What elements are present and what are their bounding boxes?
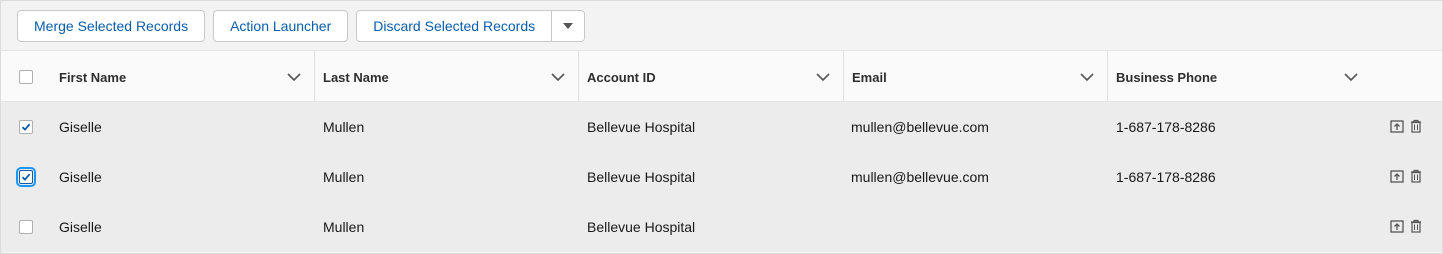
cell-email: mullen@bellevue.com bbox=[851, 119, 989, 135]
delete-icon[interactable] bbox=[1410, 119, 1424, 135]
cell-first-name: Giselle bbox=[59, 169, 102, 185]
column-label: Business Phone bbox=[1116, 69, 1218, 85]
row-actions bbox=[1390, 169, 1424, 185]
more-actions-dropdown[interactable] bbox=[551, 11, 584, 41]
discard-selected-button[interactable]: Discard Selected Records bbox=[357, 11, 552, 41]
table-row[interactable]: Giselle Mullen Bellevue Hospital bbox=[1, 202, 1442, 252]
table-row[interactable]: Giselle Mullen Bellevue Hospital mullen@… bbox=[1, 102, 1442, 152]
row-actions bbox=[1390, 219, 1424, 235]
cell-account-id: Bellevue Hospital bbox=[587, 169, 696, 185]
column-header-last-name[interactable]: Last Name bbox=[315, 51, 578, 103]
table-header: First Name Last Name Account ID Email Bu… bbox=[1, 50, 1442, 103]
table-row[interactable]: Giselle Mullen Bellevue Hospital mullen@… bbox=[1, 152, 1442, 202]
cell-account-id: Bellevue Hospital bbox=[587, 219, 696, 235]
open-record-icon[interactable] bbox=[1390, 169, 1404, 185]
chevron-down-icon[interactable] bbox=[286, 69, 302, 85]
cell-last-name: Mullen bbox=[323, 219, 365, 235]
column-header-business-phone[interactable]: Business Phone bbox=[1108, 51, 1371, 103]
column-header-first-name[interactable]: First Name bbox=[51, 51, 314, 103]
delete-icon[interactable] bbox=[1410, 219, 1424, 235]
chevron-down-icon[interactable] bbox=[1343, 69, 1359, 85]
checkmark-icon bbox=[21, 173, 31, 181]
chevron-down-icon[interactable] bbox=[815, 69, 831, 85]
cell-business-phone: 1-687-178-8286 bbox=[1116, 119, 1216, 135]
select-all-checkbox[interactable] bbox=[19, 70, 33, 84]
cell-email: mullen@bellevue.com bbox=[851, 169, 989, 185]
related-records-panel: Merge Selected Records Action Launcher D… bbox=[0, 0, 1443, 254]
row-checkbox[interactable] bbox=[19, 220, 33, 234]
column-header-email[interactable]: Email bbox=[844, 51, 1107, 103]
column-header-account-id[interactable]: Account ID bbox=[579, 51, 843, 103]
caret-down-icon bbox=[563, 23, 574, 29]
records-table: First Name Last Name Account ID Email Bu… bbox=[1, 50, 1442, 252]
open-record-icon[interactable] bbox=[1390, 119, 1404, 135]
column-label: First Name bbox=[59, 69, 127, 85]
discard-button-group: Discard Selected Records bbox=[356, 10, 586, 42]
cell-account-id: Bellevue Hospital bbox=[587, 119, 696, 135]
row-checkbox[interactable] bbox=[19, 120, 33, 134]
chevron-down-icon[interactable] bbox=[1079, 69, 1095, 85]
row-actions bbox=[1390, 119, 1424, 135]
column-label: Account ID bbox=[587, 69, 656, 85]
toolbar: Merge Selected Records Action Launcher D… bbox=[17, 10, 586, 42]
cell-last-name: Mullen bbox=[323, 169, 365, 185]
column-label: Email bbox=[852, 69, 887, 85]
cell-first-name: Giselle bbox=[59, 119, 102, 135]
cell-last-name: Mullen bbox=[323, 119, 365, 135]
cell-business-phone: 1-687-178-8286 bbox=[1116, 169, 1216, 185]
select-all-cell bbox=[1, 51, 51, 103]
merge-selected-button[interactable]: Merge Selected Records bbox=[17, 10, 206, 42]
open-record-icon[interactable] bbox=[1390, 219, 1404, 235]
chevron-down-icon[interactable] bbox=[550, 69, 566, 85]
column-label: Last Name bbox=[323, 69, 389, 85]
action-launcher-button[interactable]: Action Launcher bbox=[213, 10, 349, 42]
row-checkbox[interactable] bbox=[16, 167, 36, 187]
checkmark-icon bbox=[21, 123, 31, 131]
cell-first-name: Giselle bbox=[59, 219, 102, 235]
delete-icon[interactable] bbox=[1410, 169, 1424, 185]
